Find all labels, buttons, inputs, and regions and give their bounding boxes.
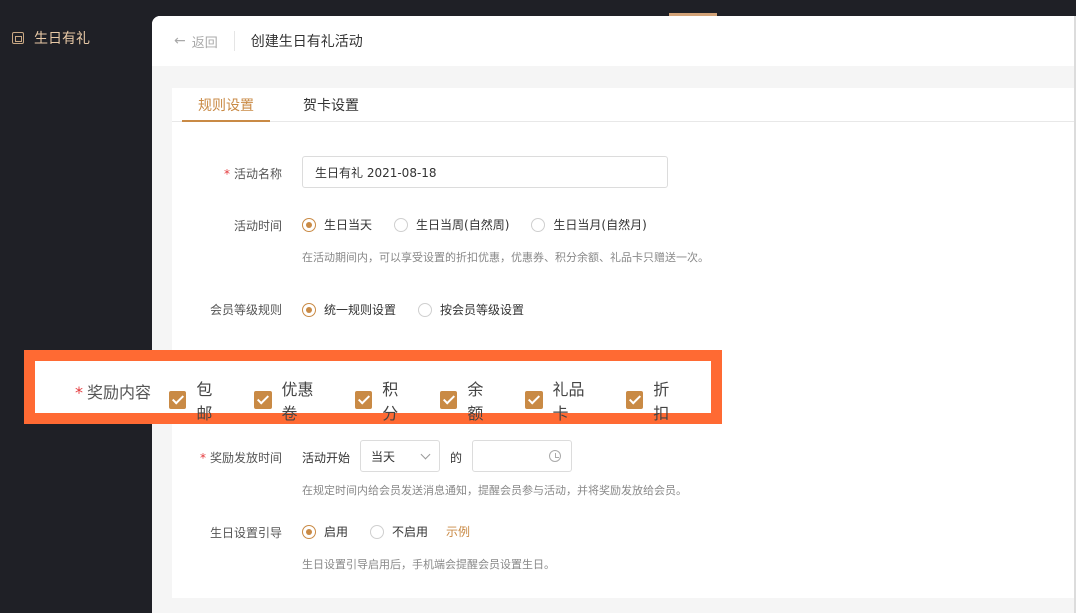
radio-guide-disable[interactable]: 不启用 <box>370 523 428 540</box>
sidebar-item-label: 生日有礼 <box>34 31 90 47</box>
checkbox-balance[interactable]: 余额 <box>440 376 498 424</box>
activity-name-input[interactable]: 生日有礼 2021-08-18 <box>302 156 668 188</box>
checkbox-coupon[interactable]: 优惠卷 <box>254 376 328 424</box>
sidebar: 生日有礼 <box>0 0 152 613</box>
tab-card-settings[interactable]: 贺卡设置 <box>303 95 359 115</box>
main-panel: ← 返回 创建生日有礼活动 规则设置 贺卡设置 * 活动名称 生日有礼 2021-… <box>152 16 1076 613</box>
radio-birthday-day[interactable]: 生日当天 <box>302 216 372 233</box>
radio-dot <box>302 302 316 317</box>
radio-dot <box>370 524 385 539</box>
header-divider <box>233 31 235 51</box>
checkbox-points[interactable]: 积分 <box>354 376 413 424</box>
required-mark: * <box>199 451 206 465</box>
reward-send-time-hint: 在规定时间内给会员发送消息通知，提醒会员参与活动，并将奖励发放给会员。 <box>302 484 687 497</box>
reward-content-highlight: * 奖励内容 包邮 优惠卷 积分 余额 礼品卡 折扣 <box>24 350 722 424</box>
activity-name-label: * 活动名称 <box>223 167 282 181</box>
send-time-middle-text: 的 <box>450 451 463 465</box>
form-card: 规则设置 贺卡设置 * 活动名称 生日有礼 2021-08-18 活动时间 生日当… <box>172 88 1076 598</box>
radio-birthday-month[interactable]: 生日当月(自然月) <box>531 216 647 233</box>
birthday-guide-radio-group: 启用 不启用 示例 <box>302 523 470 540</box>
member-level-label: 会员等级规则 <box>209 303 282 317</box>
reward-content-label: * 奖励内容 <box>75 383 152 402</box>
back-button[interactable]: ← 返回 <box>174 32 218 51</box>
checkbox-checked-icon <box>354 391 373 409</box>
checkbox-checked-icon <box>440 391 458 409</box>
radio-dot <box>418 302 433 317</box>
checkbox-gift-card[interactable]: 礼品卡 <box>525 376 599 424</box>
checkbox-checked-icon <box>525 391 543 409</box>
send-time-prefix: 活动开始 <box>302 451 351 465</box>
radio-by-member-level[interactable]: 按会员等级设置 <box>418 301 524 318</box>
send-time-time-picker[interactable] <box>472 440 572 472</box>
page-header: ← 返回 创建生日有礼活动 <box>152 16 1076 66</box>
activity-time-label: 活动时间 <box>233 219 282 233</box>
page-title: 创建生日有礼活动 <box>250 34 363 50</box>
activity-time-hint: 在活动期间内，可以享受设置的折扣优惠，优惠券、积分余额、礼品卡只赠送一次。 <box>302 251 709 264</box>
tab-bar: 规则设置 贺卡设置 <box>172 88 1076 122</box>
birthday-guide-hint: 生日设置引导启用后，手机端会提醒会员设置生日。 <box>302 558 555 571</box>
sidebar-item-birthday-gift[interactable]: 生日有礼 <box>12 28 90 48</box>
clock-icon <box>549 450 561 462</box>
reward-checkbox-group: 包邮 优惠卷 积分 余额 礼品卡 折扣 <box>169 376 711 424</box>
required-mark: * <box>223 167 230 181</box>
chevron-down-icon <box>420 449 431 459</box>
checkbox-discount[interactable]: 折扣 <box>625 376 684 424</box>
back-label: 返回 <box>191 35 218 51</box>
example-link[interactable]: 示例 <box>446 523 470 540</box>
required-mark: * <box>75 383 83 402</box>
activity-time-radio-group: 生日当天 生日当周(自然周) 生日当月(自然月) <box>302 216 669 233</box>
radio-dot <box>394 217 409 232</box>
checkbox-free-shipping[interactable]: 包邮 <box>169 376 227 424</box>
radio-dot <box>302 217 316 232</box>
checkbox-checked-icon <box>169 391 187 409</box>
radio-dot <box>302 524 316 539</box>
radio-birthday-week[interactable]: 生日当周(自然周) <box>394 216 509 233</box>
birthday-guide-label: 生日设置引导 <box>209 526 282 540</box>
tab-active-underline <box>182 120 270 122</box>
arrow-left-icon: ← <box>174 33 186 49</box>
member-level-radio-group: 统一规则设置 按会员等级设置 <box>302 301 546 318</box>
send-time-day-select[interactable]: 当天 <box>360 440 440 472</box>
reward-send-time-label: * 奖励发放时间 <box>199 451 282 465</box>
checkbox-checked-icon <box>254 391 272 409</box>
radio-unified-rule[interactable]: 统一规则设置 <box>302 301 396 318</box>
select-value: 当天 <box>371 449 396 464</box>
gift-box-icon <box>12 32 24 44</box>
radio-guide-enable[interactable]: 启用 <box>302 523 348 540</box>
checkbox-checked-icon <box>625 391 644 409</box>
tab-rule-settings[interactable]: 规则设置 <box>198 95 254 115</box>
radio-dot <box>531 217 546 232</box>
